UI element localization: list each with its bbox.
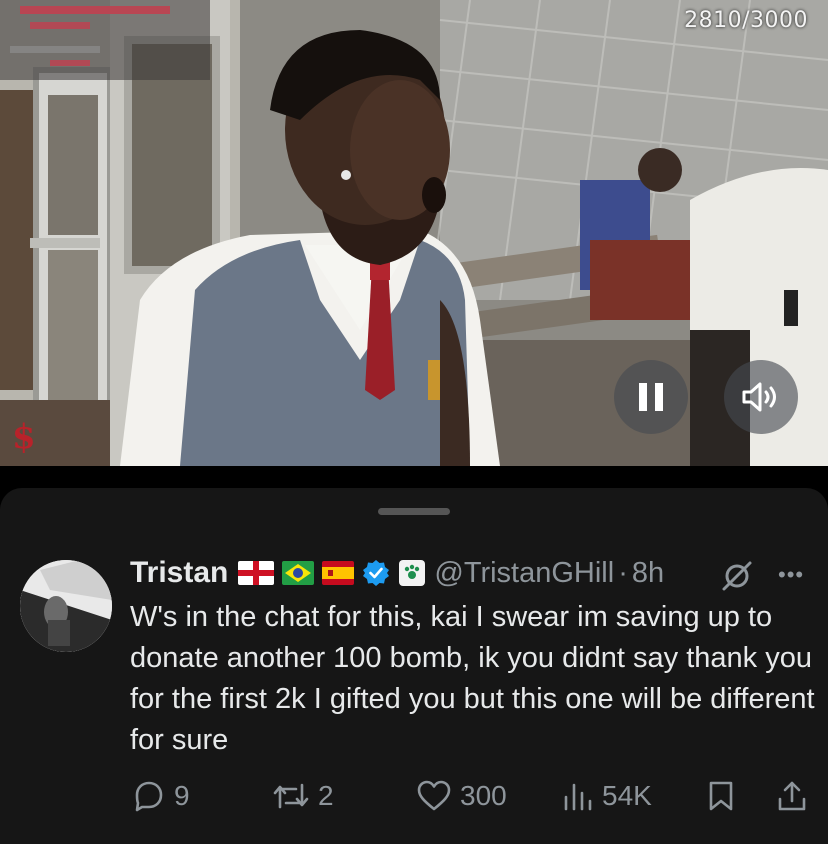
volume-button[interactable]: [724, 360, 798, 434]
brazil-flag-icon: [282, 561, 315, 585]
svg-text:$: $: [12, 417, 36, 457]
avatar[interactable]: [20, 560, 112, 652]
meta-separator: ·: [618, 556, 628, 589]
share-button[interactable]: [776, 774, 808, 818]
post-time[interactable]: 8h: [632, 557, 664, 590]
views-chart-icon: [564, 783, 592, 811]
repost-count: 2: [318, 780, 334, 811]
tweet-header: Tristan @TristanGHill · 8h: [130, 551, 664, 595]
verified-badge-icon[interactable]: [362, 559, 390, 587]
tweet-text: W's in the chat for this, kai I swear im…: [130, 601, 815, 756]
video-frame: $: [0, 0, 828, 466]
like-button[interactable]: 300: [416, 774, 507, 818]
pause-icon: [639, 383, 663, 411]
grok-icon[interactable]: [720, 559, 754, 593]
view-count: 54K: [602, 780, 652, 811]
sheet-drag-handle[interactable]: [378, 508, 450, 515]
author-name[interactable]: Tristan: [130, 556, 228, 590]
flag-emojis: [238, 561, 355, 585]
affiliate-badge-icon[interactable]: [398, 559, 426, 587]
reply-count: 9: [174, 780, 190, 811]
views-button[interactable]: 54K: [562, 774, 652, 818]
heart-icon: [417, 780, 451, 811]
like-count: 300: [460, 780, 507, 811]
avatar-image: [20, 560, 112, 652]
share-icon: [778, 781, 806, 811]
reply-icon: [135, 781, 163, 812]
england-flag-icon: [238, 561, 275, 585]
video-progress-counter: 2810/3000: [684, 8, 808, 33]
repost-icon: [273, 783, 309, 809]
speaker-icon: [742, 382, 776, 412]
video-player[interactable]: $ 2810/3000: [0, 0, 828, 466]
bookmark-button[interactable]: [706, 774, 736, 818]
pause-button[interactable]: [614, 360, 688, 434]
more-options-icon[interactable]: •••: [778, 562, 804, 588]
reply-button[interactable]: 9: [132, 774, 190, 818]
bookmark-icon: [709, 781, 733, 811]
repost-button[interactable]: 2: [272, 774, 334, 818]
spain-flag-icon: [322, 561, 355, 585]
author-handle[interactable]: @TristanGHill: [434, 557, 614, 590]
screen: $ 2810/3000 Tristan @TristanGHill · 8h •…: [0, 0, 828, 844]
tweet-actions: 9 2 300 54K: [0, 774, 828, 818]
